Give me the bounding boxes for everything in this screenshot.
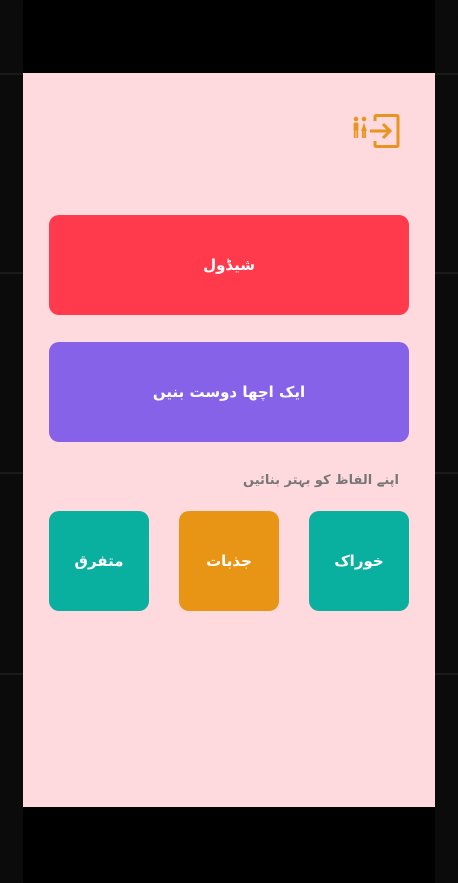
category-emotions-tile[interactable]: جذبات — [179, 511, 279, 611]
category-label: متفرق — [74, 552, 124, 570]
status-bar — [23, 0, 435, 73]
schedule-label: شیڈول — [203, 256, 255, 274]
app-screen: شیڈول ایک اچھا دوست بنیں اپنے الفاظ کو ب… — [23, 73, 435, 807]
exit-button[interactable] — [351, 113, 401, 149]
category-misc-tile[interactable]: متفرق — [49, 511, 149, 611]
category-label: خوراک — [334, 552, 384, 570]
section-title: اپنے الفاظ کو بہتر بنائیں — [243, 473, 399, 488]
restroom-exit-icon — [353, 114, 400, 148]
schedule-button[interactable]: شیڈول — [49, 215, 409, 315]
be-good-friend-button[interactable]: ایک اچھا دوست بنیں — [49, 342, 409, 442]
category-label: جذبات — [206, 552, 252, 570]
be-good-friend-label: ایک اچھا دوست بنیں — [152, 383, 306, 401]
navigation-bar — [23, 807, 435, 883]
device-frame: شیڈول ایک اچھا دوست بنیں اپنے الفاظ کو ب… — [0, 0, 458, 883]
category-food-tile[interactable]: خوراک — [309, 511, 409, 611]
